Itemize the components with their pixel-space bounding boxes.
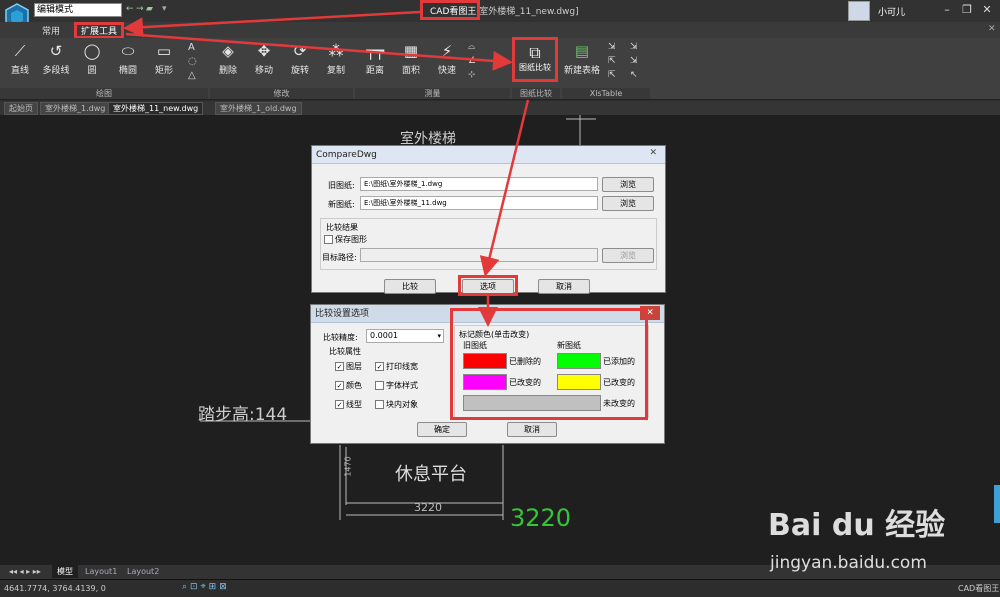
layout-tab-2[interactable]: Layout2 <box>122 565 164 578</box>
watermark-brand: Bai du 经验 <box>768 508 946 543</box>
status-tool-icons[interactable]: ⌕⊡⌖⊞⊠ <box>182 582 230 592</box>
layout-tab-1[interactable]: Layout1 <box>80 565 122 578</box>
watermark-url: jingyan.baidu.com <box>770 553 927 573</box>
status-bar <box>0 579 1000 597</box>
status-app-name: CAD看图王 <box>958 584 1000 593</box>
layout-nav-icons[interactable]: ◂◂ ◂ ▸ ▸▸ <box>4 565 46 578</box>
layout-tab-model[interactable]: 模型 <box>52 565 78 578</box>
coordinate-readout: 4641.7774, 3764.4139, 0 <box>4 584 106 593</box>
